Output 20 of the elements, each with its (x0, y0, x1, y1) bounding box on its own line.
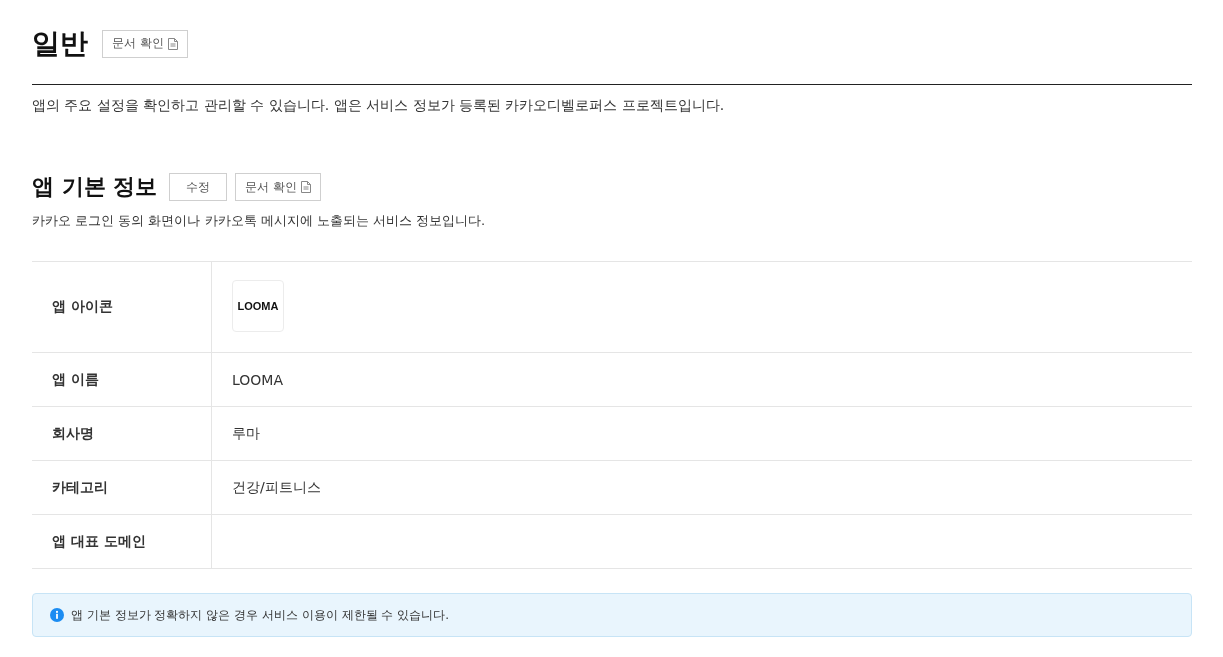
document-button[interactable]: 문서 확인 (235, 173, 322, 201)
field-label: 회사명 (32, 407, 212, 460)
field-value: 루마 (232, 424, 260, 443)
section-description: 카카오 로그인 동의 화면이나 카카오톡 메시지에 노출되는 서비스 정보입니다. (32, 212, 487, 230)
section-title: 앱 기본 정보 (32, 173, 158, 201)
field-label: 앱 이름 (32, 353, 212, 406)
document-icon (167, 37, 178, 50)
info-icon (50, 608, 64, 622)
page-title: 일반 (32, 25, 88, 62)
field-label: 앱 아이콘 (32, 262, 212, 352)
page-description: 앱의 주요 설정을 확인하고 관리할 수 있습니다. 앱은 서비스 정보가 등록된 카카오디벨로퍼스 프로젝트입니다. (32, 96, 726, 115)
edit-button[interactable]: 수정 (169, 173, 228, 201)
field-label: 카테고리 (32, 461, 212, 514)
notice-text: 앱 기본 정보가 정확하지 않은 경우 서비스 이용이 제한될 수 있습니다. (71, 606, 449, 624)
field-label: 앱 대표 도메인 (32, 515, 212, 568)
app-logo: LOOMA (232, 279, 284, 332)
document-icon (301, 181, 312, 193)
document-button[interactable]: 문서 확인 (102, 29, 188, 58)
field-value: LOOMA (232, 371, 283, 388)
field-value: 건강/피트니스 (232, 478, 321, 497)
